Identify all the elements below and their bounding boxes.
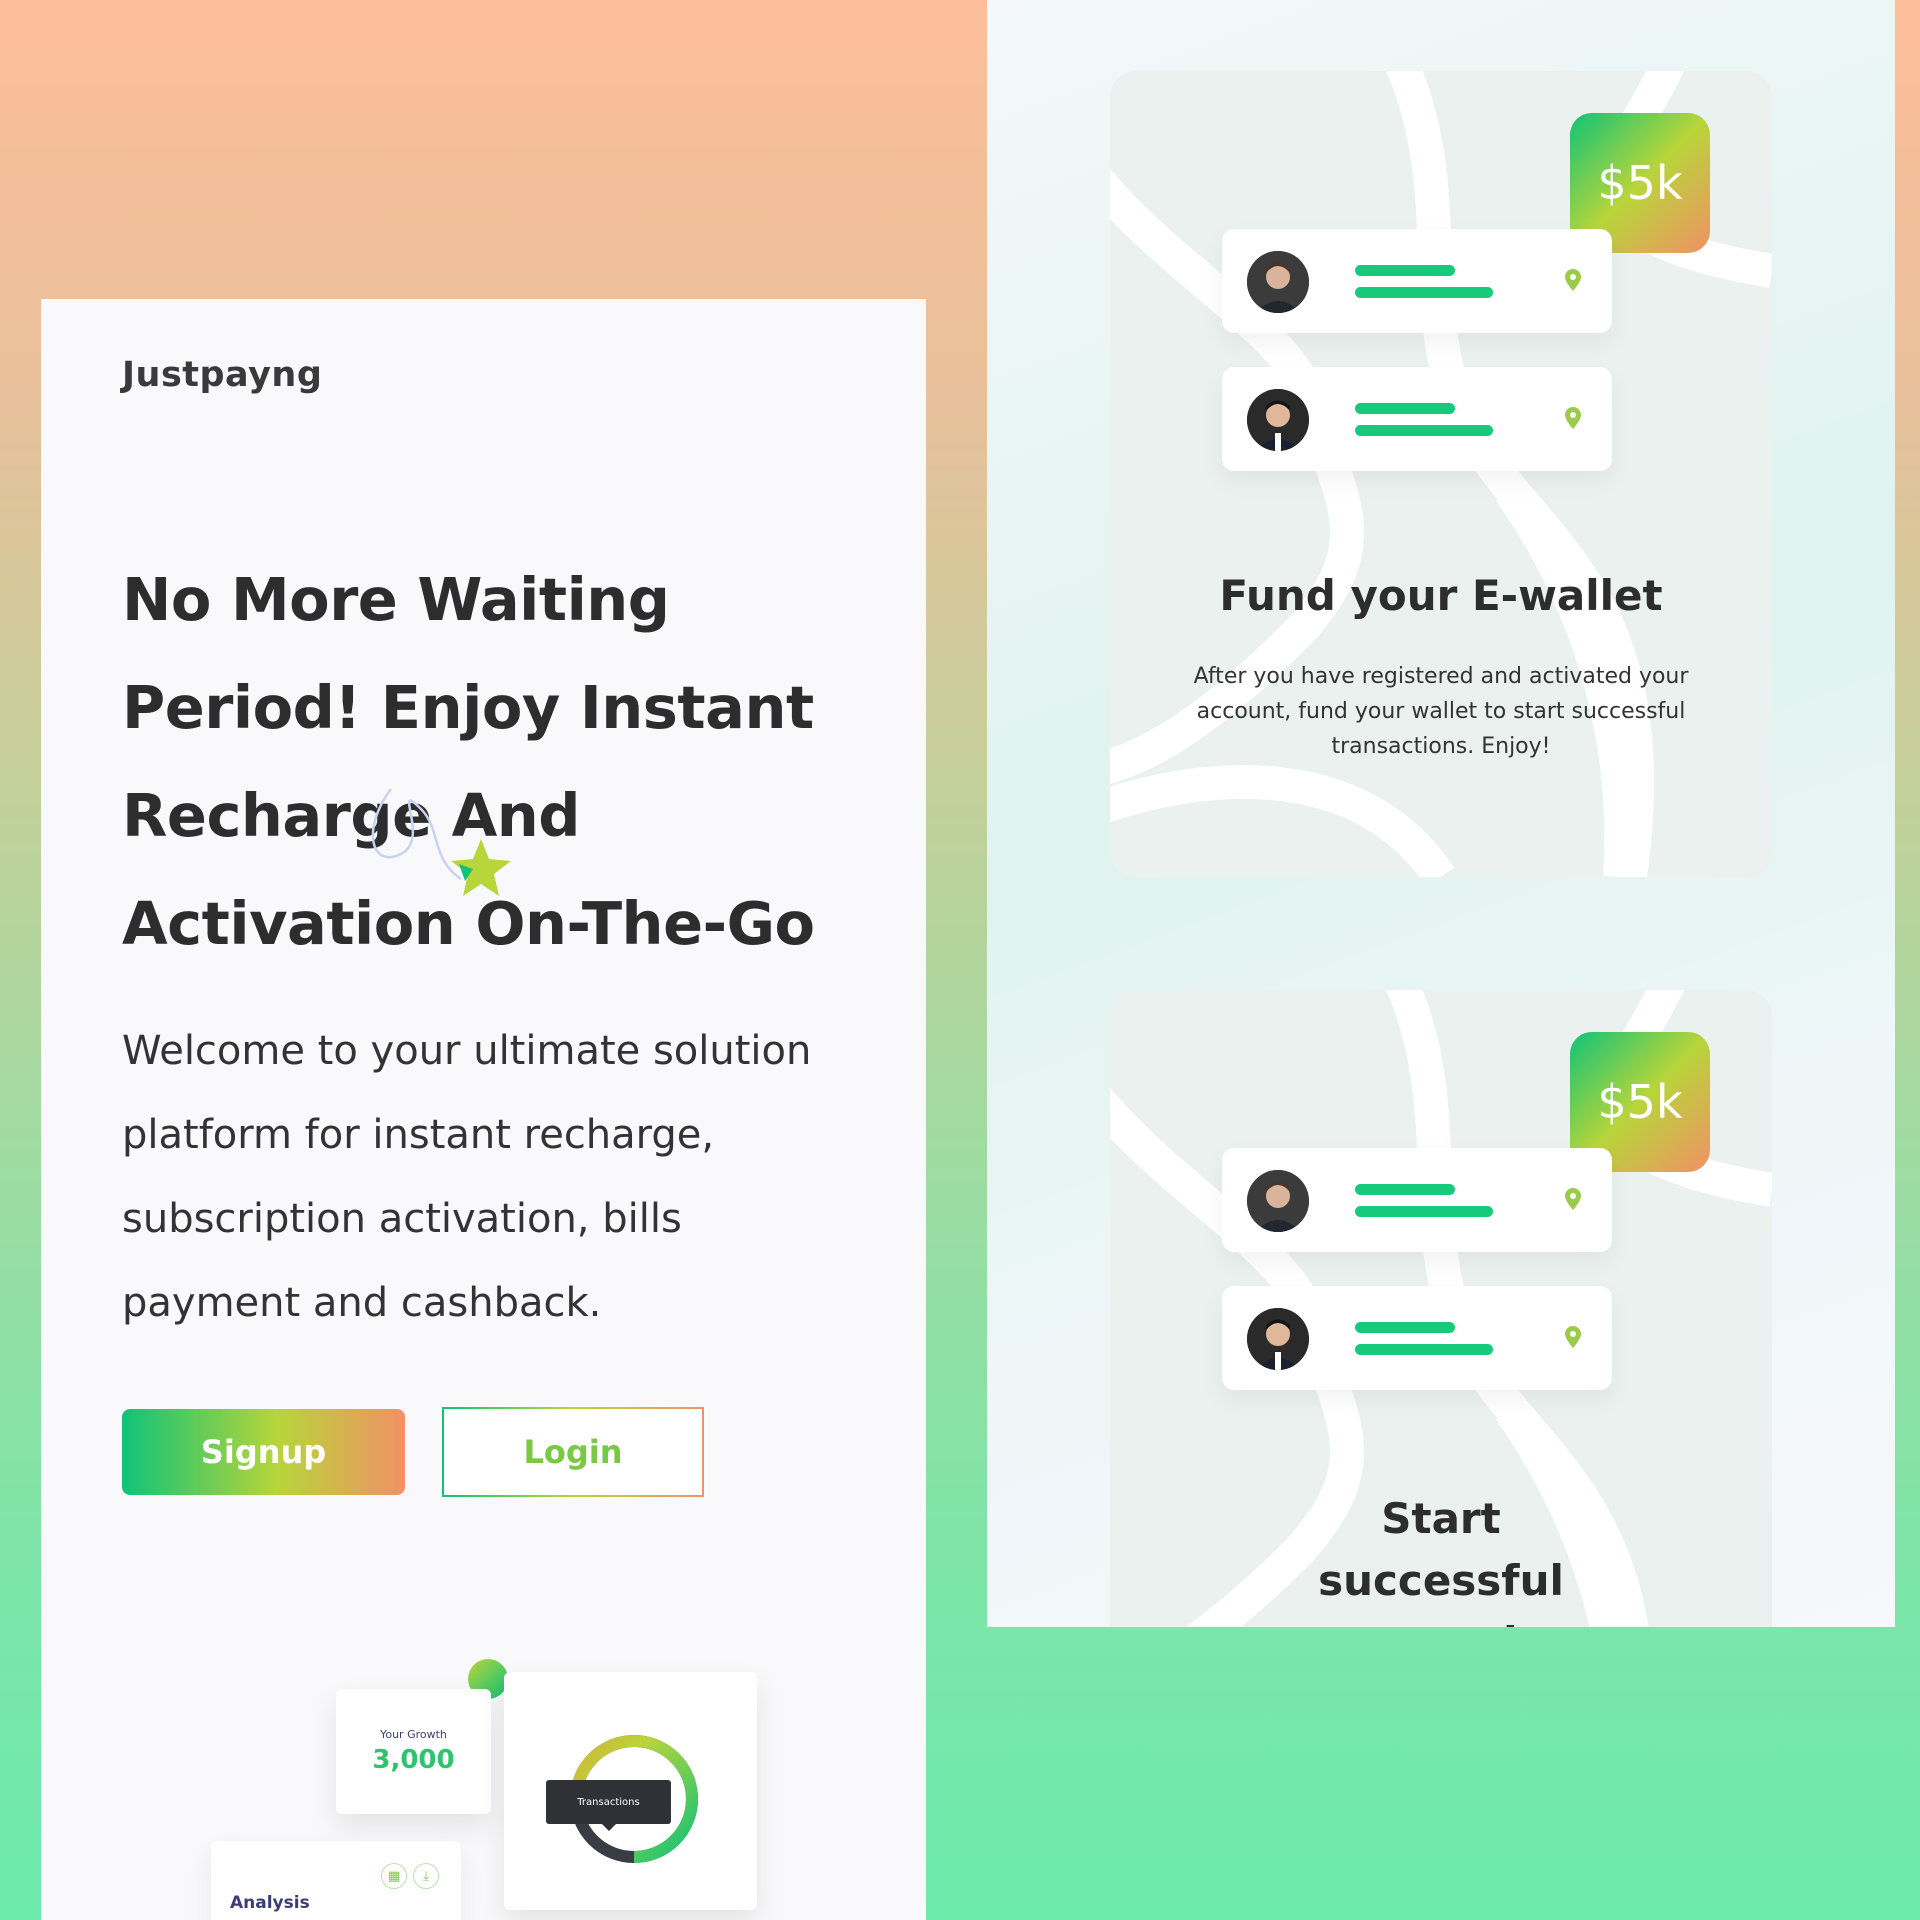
grid-icon[interactable]: ▦ [381, 1863, 407, 1889]
avatar [1247, 1170, 1309, 1232]
user-row [1222, 1148, 1612, 1252]
growth-label: Your Growth [380, 1728, 447, 1741]
signup-button[interactable]: Signup [122, 1409, 405, 1495]
step-title: Fund your E-wallet [1219, 571, 1663, 620]
location-pin-icon [1565, 1326, 1581, 1348]
download-icon[interactable]: ⤓ [413, 1863, 439, 1889]
hero-title-line: Period! Enjoy Instant [122, 673, 814, 742]
hero-panel: Justpayng No More Waiting Period! Enjoy … [41, 299, 926, 1920]
growth-value: 3,000 [372, 1745, 455, 1775]
user-row [1222, 367, 1612, 471]
avatar [1247, 389, 1309, 451]
hero-description-line: platform for instant recharge, [122, 1112, 715, 1158]
text-placeholder-bar [1355, 1322, 1455, 1333]
text-placeholder-bar [1355, 403, 1455, 414]
hero-description-line: Welcome to your ultimate solution [122, 1028, 812, 1074]
analysis-card: ▦ ⤓ Analysis [211, 1841, 461, 1920]
location-pin-icon [1565, 1188, 1581, 1210]
step-card-start-transaction: $5k Start successful transaction [1110, 990, 1772, 1627]
step-description: After you have registered and activated … [1193, 664, 1689, 759]
brand-logo[interactable]: Justpayng [122, 355, 322, 395]
location-pin-icon [1565, 407, 1581, 429]
login-button[interactable]: Login [442, 1407, 704, 1497]
growth-card: Your Growth 3,000 [336, 1689, 491, 1814]
transactions-card: Transactions [504, 1672, 757, 1910]
decorative-squiggle-star-icon [371, 788, 511, 896]
avatar [1247, 1308, 1309, 1370]
steps-panel: $5k Fund your E-wallet After you have re… [987, 0, 1895, 1627]
transactions-tooltip: Transactions [546, 1780, 671, 1831]
text-placeholder-bar [1355, 425, 1493, 436]
user-row [1222, 1286, 1612, 1390]
location-pin-icon [1565, 269, 1581, 291]
text-placeholder-bar [1355, 265, 1455, 276]
hero-description: Welcome to your ultimate solution platfo… [122, 1009, 862, 1345]
avatar [1247, 251, 1309, 313]
text-placeholder-bar [1355, 287, 1493, 298]
text-placeholder-bar [1355, 1344, 1493, 1355]
user-row [1222, 229, 1612, 333]
text-placeholder-bar [1355, 1184, 1455, 1195]
step-title: Start successful transaction [1306, 1494, 1577, 1627]
hero-description-line: subscription activation, bills [122, 1196, 682, 1242]
step-card-fund-wallet: $5k Fund your E-wallet After you have re… [1110, 71, 1772, 877]
hero-description-line: payment and cashback. [122, 1280, 602, 1326]
hero-title-line: No More Waiting [122, 565, 670, 634]
analysis-title: Analysis [230, 1893, 310, 1913]
text-placeholder-bar [1355, 1206, 1493, 1217]
